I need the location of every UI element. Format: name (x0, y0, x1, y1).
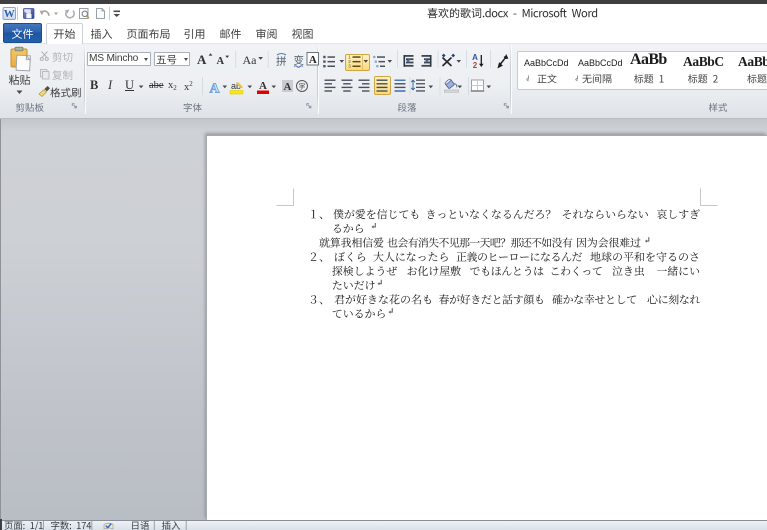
svg-text:2: 2 (473, 61, 478, 70)
svg-text:A: A (259, 80, 267, 92)
svg-text:A: A (209, 82, 220, 97)
svg-text:A: A (284, 81, 292, 93)
svg-text:A: A (309, 54, 317, 66)
svg-text:3: 3 (348, 64, 351, 69)
svg-text:W: W (4, 8, 15, 20)
